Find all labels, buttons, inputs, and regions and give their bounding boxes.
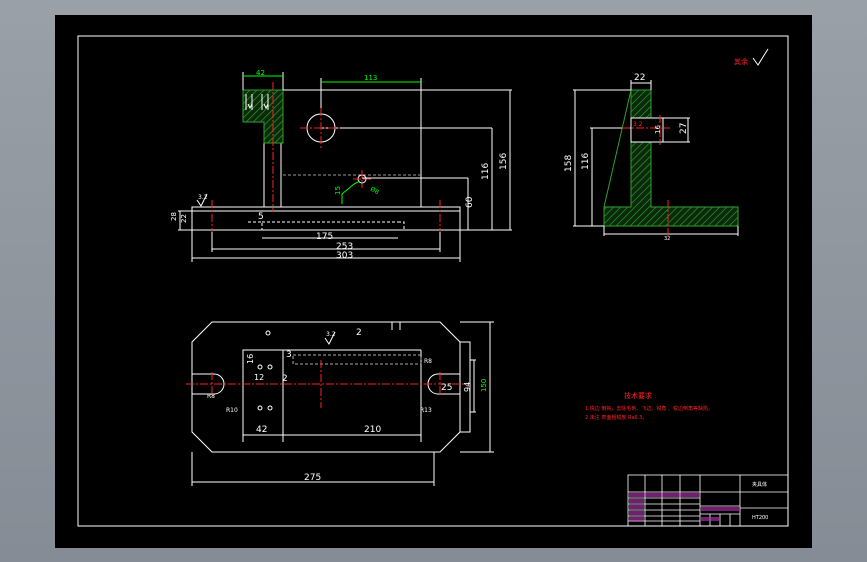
cad-drawing: 42 113 156 116 60 15 28 22 5 175 253 303… xyxy=(77,35,789,527)
dim-front-5: 5 xyxy=(258,212,264,222)
dim-front-28: 28 xyxy=(170,212,178,221)
title-block-text: 夹具体 HT200 xyxy=(752,481,768,521)
dim-front-42: 42 xyxy=(256,69,265,77)
dim-top-94: 94 xyxy=(463,382,472,392)
side-roughness: 3.2 xyxy=(633,121,643,128)
dim-front-116: 116 xyxy=(481,163,491,180)
dim-top-275: 275 xyxy=(304,473,321,483)
tech-notes-line1: 1.锐边 倒钝，去除毛刺、飞边、锐角 、锐边倒角等缺陷。 xyxy=(585,405,713,412)
roughness-mark: 其余 xyxy=(734,48,769,66)
dim-top-42: 42 xyxy=(256,425,267,435)
front-dim-labels: 42 113 156 116 60 15 28 22 5 175 253 303… xyxy=(170,69,509,261)
dim-front-60: 60 xyxy=(465,196,475,208)
dim-top-r10: R10 xyxy=(226,407,238,414)
dim-side-158: 158 xyxy=(564,155,574,172)
cad-viewport: 42 113 156 116 60 15 28 22 5 175 253 303… xyxy=(0,0,867,562)
dim-front-22: 22 xyxy=(180,214,188,223)
dim-top-210: 210 xyxy=(364,425,381,435)
dim-top-2b: 2 xyxy=(282,374,288,384)
dim-top-12: 12 xyxy=(254,373,264,382)
dim-front-113: 113 xyxy=(364,74,377,82)
dim-top-25: 25 xyxy=(441,383,452,393)
dim-front-303: 303 xyxy=(336,251,353,261)
dim-top-2a: 2 xyxy=(356,328,362,338)
top-dim-labels: 2 3 12 2 16 R8 R10 R8 R13 25 94 150 42 2… xyxy=(207,328,488,483)
dim-top-r8b: R8 xyxy=(424,358,432,365)
roughness-mark-label: 其余 xyxy=(734,57,748,66)
dim-top-16: 16 xyxy=(246,354,255,364)
technical-notes: 技术要求 1.锐边 倒钝，去除毛刺、飞边、锐角 、锐边倒角等缺陷。 2.未注 表… xyxy=(585,391,713,421)
dim-side-32: 32 xyxy=(664,236,670,242)
top-center-lines xyxy=(186,360,470,408)
dim-side-22: 22 xyxy=(634,73,645,83)
dim-side-116: 116 xyxy=(581,153,591,170)
dim-front-156: 156 xyxy=(499,153,509,170)
tech-notes-line2: 2.未注 表面粗糙度 Ra6.3。 xyxy=(585,414,647,421)
dim-side-27: 27 xyxy=(679,123,689,134)
dim-top-r13: R13 xyxy=(420,407,432,414)
dim-side-16: 16 xyxy=(654,125,662,134)
top-view xyxy=(191,321,494,486)
front-view xyxy=(178,72,512,262)
title-material: HT200 xyxy=(752,515,768,521)
dim-front-175: 175 xyxy=(316,232,333,242)
title-drawing-name: 夹具体 xyxy=(752,481,767,488)
dim-front-15: 15 xyxy=(334,186,342,195)
dim-top-150: 150 xyxy=(480,379,488,392)
tech-notes-title: 技术要求 xyxy=(624,391,652,400)
side-view xyxy=(573,80,739,236)
drawing-sheet: 42 113 156 116 60 15 28 22 5 175 253 303… xyxy=(55,15,812,548)
dim-front-hole-dia: Ø8 xyxy=(369,186,380,196)
dim-top-r8a: R8 xyxy=(207,393,215,400)
dim-top-3: 3 xyxy=(286,350,292,360)
title-block-fill xyxy=(629,493,739,521)
